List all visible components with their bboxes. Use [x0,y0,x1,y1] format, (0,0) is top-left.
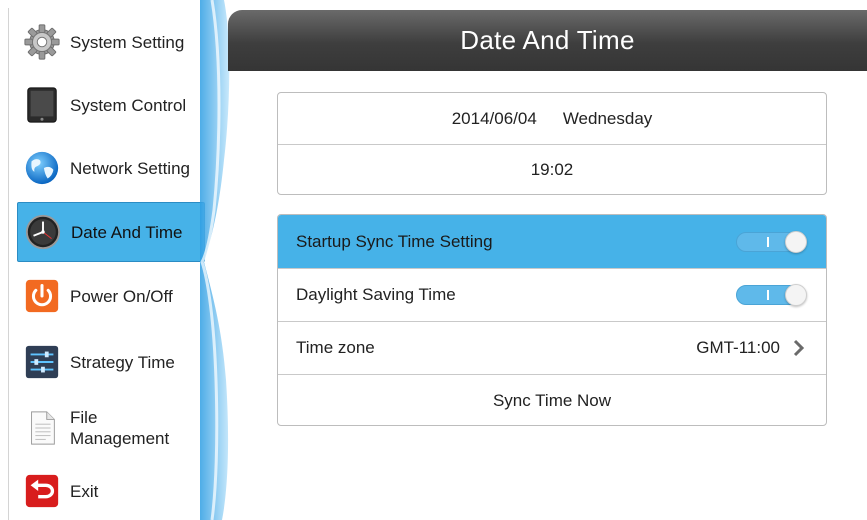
weekday-value: Wednesday [562,108,653,128]
globe-icon [25,151,59,185]
sidebar-item-label: Network Setting [70,158,190,178]
date-row[interactable]: 2014/06/04 Wednesday [278,93,826,144]
toggle-on-mark [767,236,769,247]
sidebar-item-label: Exit [70,481,99,501]
sidebar-item-file-management[interactable]: File Management [17,399,205,457]
sync-time-now-label: Sync Time Now [492,391,612,410]
sidebar-item-date-and-time[interactable]: Date And Time [17,202,205,262]
chevron-right-icon [793,339,805,357]
sidebar-item-exit[interactable]: Exit [17,462,205,520]
sidebar-item-label: File Management [70,408,170,448]
sidebar-item-label: Strategy Time [70,352,175,372]
sliders-icon [25,345,59,379]
clock-icon [25,214,61,250]
startup-sync-label: Startup Sync Time Setting [296,231,493,251]
tablet-icon [27,87,57,123]
date-value: 2014/06/04 [451,108,537,128]
page-header: Date And Time [228,10,867,71]
gear-icon [24,24,60,60]
sidebar-item-label: System Setting [70,32,185,52]
time-value: 19:02 [530,160,574,179]
sidebar-item-power-on-off[interactable]: Power On/Off [17,267,205,325]
sidebar: System Setting System Control Network Se… [8,8,211,520]
time-zone-label: Time zone [296,338,375,357]
toggle-knob [785,230,807,253]
toggle-knob [785,284,807,306]
sidebar-item-label: Power On/Off [70,286,173,306]
exit-icon [25,474,59,508]
time-zone-value: GMT-11:00 [696,338,780,357]
settings-card: Startup Sync Time Setting Daylight Savin… [277,214,827,426]
sync-time-now-button[interactable]: Sync Time Now [278,374,826,425]
daylight-saving-row[interactable]: Daylight Saving Time [278,268,826,321]
datetime-card: 2014/06/04 Wednesday 19:02 [277,92,827,195]
decorative-wave [200,0,230,520]
startup-sync-row[interactable]: Startup Sync Time Setting [278,215,826,268]
sidebar-item-network-setting[interactable]: Network Setting [17,139,205,197]
sidebar-item-label: Date And Time [71,222,183,242]
document-icon [31,411,55,445]
time-row[interactable]: 19:02 [278,144,826,194]
page-title: Date And Time [460,25,635,55]
power-icon [25,279,59,313]
daylight-saving-toggle[interactable] [736,284,807,306]
daylight-saving-label: Daylight Saving Time [296,285,456,304]
startup-sync-toggle[interactable] [736,230,807,253]
sidebar-item-label: System Control [70,95,187,115]
sidebar-item-strategy-time[interactable]: Strategy Time [17,333,205,391]
toggle-on-mark [767,290,769,300]
sidebar-item-system-control[interactable]: System Control [17,76,205,134]
time-zone-row[interactable]: Time zone GMT-11:00 [278,321,826,374]
sidebar-item-system-setting[interactable]: System Setting [17,13,205,71]
